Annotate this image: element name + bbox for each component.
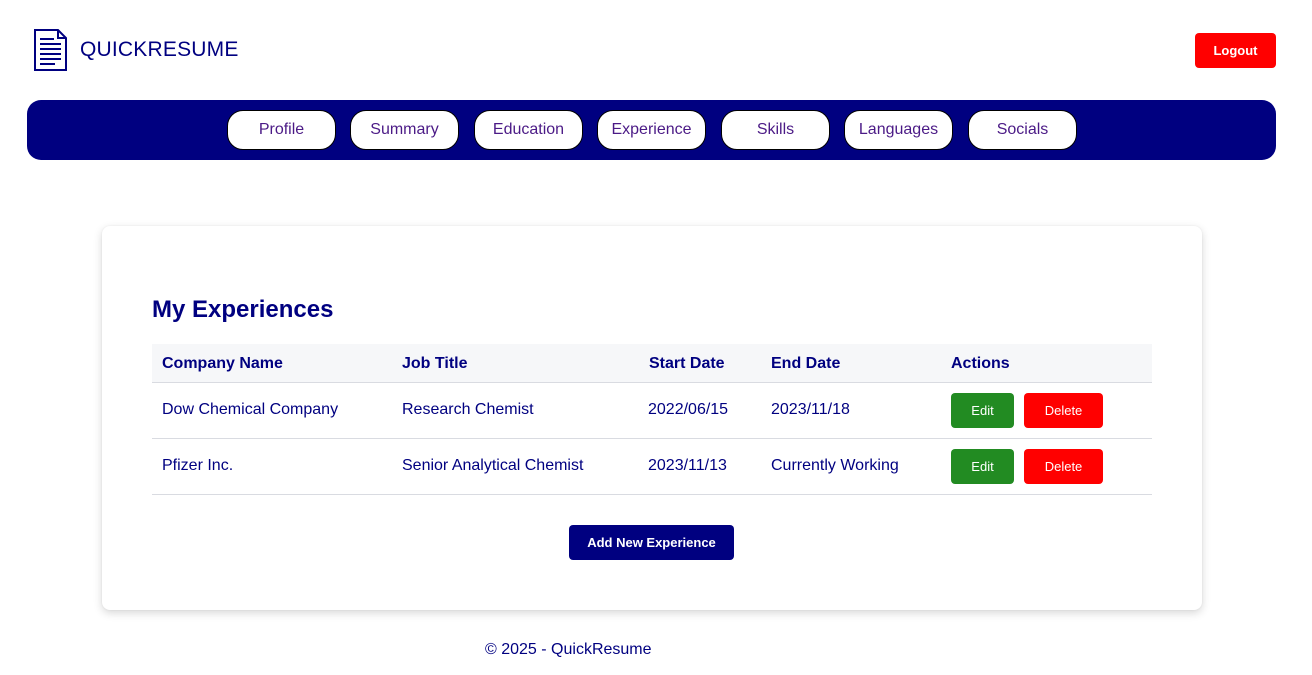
column-header-end-date: End Date [771,355,841,372]
experiences-card: My Experiences Company Name Job Title St… [102,226,1202,610]
header: QUICKRESUME Logout [0,0,1312,100]
column-header-company: Company Name [162,355,283,372]
section-nav: Profile Summary Education Experience Ski… [27,100,1276,160]
tab-languages[interactable]: Languages [844,110,953,150]
column-header-job-title: Job Title [402,355,468,372]
tab-summary[interactable]: Summary [350,110,459,150]
cell-end-date: 2023/11/18 [771,401,850,418]
document-icon [34,29,67,71]
brand[interactable]: QUICKRESUME [34,29,239,71]
column-header-start-date: Start Date [649,355,725,372]
delete-button[interactable]: Delete [1024,449,1103,484]
tab-profile[interactable]: Profile [227,110,336,150]
cell-job-title: Research Chemist [402,401,534,418]
cell-company: Dow Chemical Company [162,401,339,418]
logout-button[interactable]: Logout [1195,33,1276,68]
edit-button[interactable]: Edit [951,393,1014,428]
cell-end-date: Currently Working [771,457,899,474]
table-row: Dow Chemical Company Research Chemist 20… [152,383,1152,439]
cell-start-date: 2022/06/15 [648,401,729,418]
delete-button[interactable]: Delete [1024,393,1103,428]
cell-company: Pfizer Inc. [162,457,234,474]
experiences-table: Company Name Job Title Start Date End Da… [152,344,1152,495]
footer-copyright: © 2025 - QuickResume [485,641,652,658]
column-header-actions: Actions [951,355,1010,372]
row-actions: Edit Delete [951,449,1103,484]
table-header: Company Name Job Title Start Date End Da… [152,344,1152,383]
tab-experience[interactable]: Experience [597,110,706,150]
tab-socials[interactable]: Socials [968,110,1077,150]
tab-education[interactable]: Education [474,110,583,150]
page-title: My Experiences [152,296,334,323]
cell-start-date: 2023/11/13 [648,457,727,474]
cell-job-title: Senior Analytical Chemist [402,457,584,474]
edit-button[interactable]: Edit [951,449,1014,484]
add-experience-button[interactable]: Add New Experience [569,525,734,560]
row-actions: Edit Delete [951,393,1103,428]
brand-name: QUICKRESUME [80,38,239,61]
tab-skills[interactable]: Skills [721,110,830,150]
table-row: Pfizer Inc. Senior Analytical Chemist 20… [152,439,1152,495]
